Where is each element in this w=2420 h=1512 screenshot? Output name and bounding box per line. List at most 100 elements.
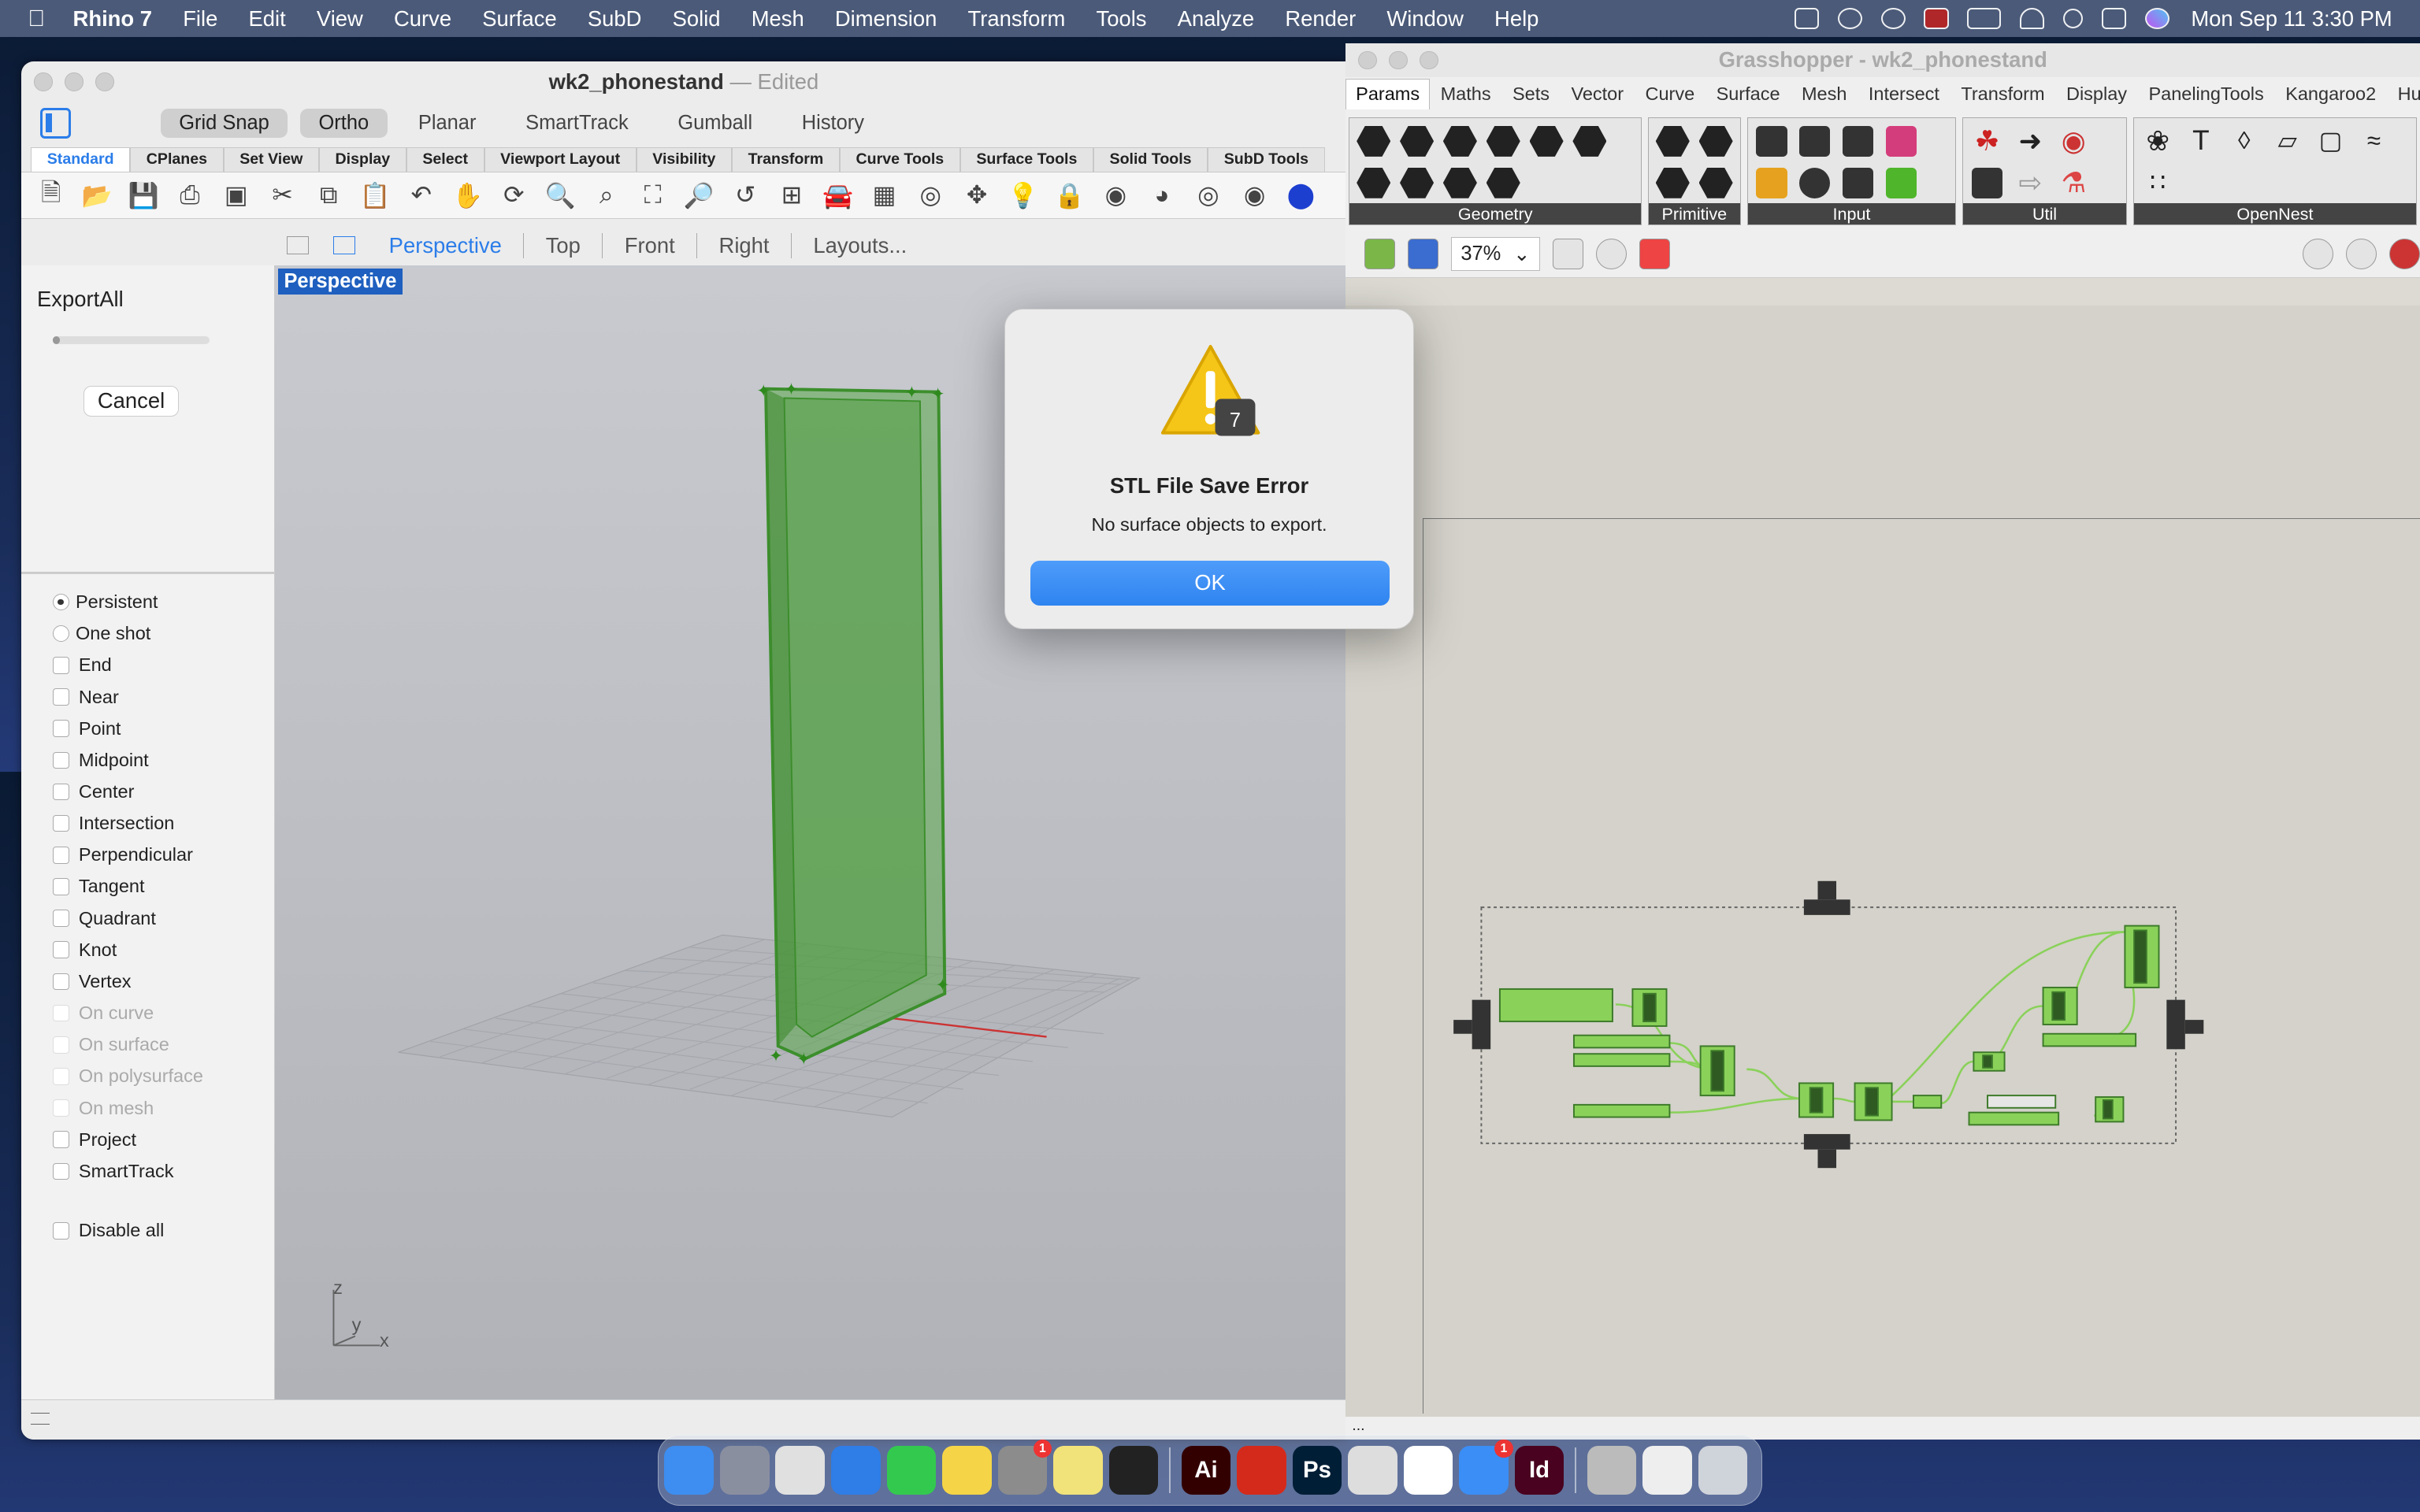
preview-eye-icon[interactable] <box>1595 239 1627 270</box>
geometry-param-icon[interactable] <box>1354 123 1393 160</box>
undo-icon[interactable]: ↶ <box>401 177 441 214</box>
search-icon[interactable] <box>2062 8 2084 29</box>
tab-subd-tools[interactable]: SubD Tools <box>1208 146 1325 172</box>
dock-system-settings-icon[interactable]: 1 <box>997 1439 1052 1495</box>
grid-snap-toggle[interactable]: Grid Snap <box>160 109 288 139</box>
tab-display[interactable]: Display <box>2055 83 2137 105</box>
brep-param-icon[interactable] <box>1527 123 1566 160</box>
undo-view-icon[interactable]: ↺ <box>726 177 766 214</box>
point-param-icon[interactable] <box>1397 165 1436 202</box>
menu-mesh[interactable]: Mesh <box>736 6 819 32</box>
menu-subd[interactable]: SubD <box>572 6 657 32</box>
snap-persistent[interactable]: Persistent <box>52 586 274 617</box>
lock-icon[interactable]: 🔒 <box>1049 177 1089 214</box>
tab-surface[interactable]: Surface <box>1706 83 1791 105</box>
snap-midpoint[interactable]: Midpoint <box>52 744 274 776</box>
import-icon[interactable]: ▣ <box>216 177 256 214</box>
tab-curve-tools[interactable]: Curve Tools <box>839 146 960 172</box>
group-label[interactable]: Util <box>1963 202 2126 225</box>
grasshopper-canvas[interactable] <box>1345 305 2420 1417</box>
snap-near[interactable]: Near <box>52 681 274 713</box>
line-param-icon[interactable] <box>1354 165 1393 202</box>
menu-solid[interactable]: Solid <box>657 6 736 32</box>
text-icon[interactable]: T <box>2181 123 2220 160</box>
group-label[interactable]: Geometry <box>1349 202 1642 225</box>
boolean-param-icon[interactable] <box>1654 123 1692 160</box>
save-icon[interactable]: 💾 <box>124 177 164 214</box>
history-toggle[interactable]: History <box>783 109 882 138</box>
snap-quadrant[interactable]: Quadrant <box>52 902 274 934</box>
tab-right[interactable]: Right <box>696 232 791 258</box>
parallelogram-icon[interactable]: ▱ <box>2268 123 2307 160</box>
siri-icon[interactable] <box>2144 7 2169 30</box>
snap-disable-all[interactable]: Disable all <box>52 1215 274 1247</box>
radio-one-shot[interactable] <box>52 624 70 643</box>
viewport-grid-icon[interactable] <box>287 235 309 255</box>
menu-dimension[interactable]: Dimension <box>819 6 952 32</box>
ortho-toggle[interactable]: Ortho <box>300 109 388 139</box>
integer-param-icon[interactable] <box>1697 123 1735 160</box>
dock-stickies-icon[interactable] <box>1053 1445 1103 1495</box>
pan-hand-icon[interactable]: ✋ <box>447 177 488 214</box>
snap-one-shot[interactable]: One shot <box>52 618 274 650</box>
checkbox[interactable] <box>52 783 70 801</box>
checkbox[interactable] <box>52 1162 70 1180</box>
tab-solid-tools[interactable]: Solid Tools <box>1093 146 1208 172</box>
viewport-single-icon[interactable] <box>333 235 355 255</box>
checkbox[interactable] <box>52 973 70 991</box>
menu-curve[interactable]: Curve <box>378 6 466 32</box>
ok-button[interactable]: OK <box>1030 561 1390 606</box>
label-icon[interactable]: ◊ <box>2225 123 2263 160</box>
smarttrack-toggle[interactable]: SmartTrack <box>507 109 648 138</box>
rotate-view-icon[interactable]: ⟳ <box>494 177 534 214</box>
dock-finder-icon[interactable] <box>664 1445 714 1495</box>
dock-photoshop-icon[interactable]: Ps <box>1292 1445 1342 1495</box>
dock-screenshot-1-icon[interactable] <box>1587 1445 1637 1495</box>
wifi-icon[interactable] <box>2019 7 2045 30</box>
wireframe-sphere-icon[interactable]: ◎ <box>1188 177 1228 214</box>
tab-standard[interactable]: Standard <box>31 146 131 172</box>
planar-toggle[interactable]: Planar <box>399 109 495 138</box>
snap-intersection[interactable]: Intersection <box>52 808 274 839</box>
flag-icon[interactable] <box>1924 7 1949 30</box>
menu-app-name[interactable]: Rhino 7 <box>58 6 168 32</box>
opennest-icon[interactable]: ❀ <box>2139 123 2177 160</box>
menu-tools[interactable]: Tools <box>1081 6 1162 32</box>
cancel-button[interactable]: Cancel <box>83 385 180 417</box>
gumball-icon[interactable]: ✥ <box>956 177 997 214</box>
zoom-window-icon[interactable]: ⌕ <box>586 177 626 214</box>
menu-edit[interactable]: Edit <box>233 6 301 32</box>
menu-analyze[interactable]: Analyze <box>1162 6 1270 32</box>
new-file-icon[interactable]: 🗎 <box>31 177 71 214</box>
preview-selected-icon[interactable] <box>2388 239 2420 270</box>
menu-window[interactable]: Window <box>1371 6 1479 32</box>
tree-icon[interactable] <box>1968 165 2006 202</box>
dock-slack-icon[interactable] <box>1403 1445 1453 1495</box>
tab-perspective[interactable]: Perspective <box>367 233 523 258</box>
dock-messages-icon[interactable] <box>886 1445 937 1495</box>
apple-icon[interactable]:  <box>0 6 58 32</box>
dock-illustrator-icon[interactable]: Ai <box>1181 1445 1231 1495</box>
print-icon[interactable]: ⎙ <box>169 177 210 214</box>
cube-icon[interactable]: ▢ <box>2311 123 2350 160</box>
group-label[interactable]: Primitive <box>1648 202 1740 225</box>
creative-cloud-icon[interactable] <box>1837 7 1863 30</box>
tab-transform[interactable]: Transform <box>732 146 840 172</box>
tab-intersect[interactable]: Intersect <box>1858 83 1950 105</box>
tab-transform[interactable]: Transform <box>1950 83 2056 105</box>
checkbox[interactable] <box>52 751 70 769</box>
zoom-selected-icon[interactable]: 🔎 <box>679 177 719 214</box>
tab-front[interactable]: Front <box>602 232 696 258</box>
checkbox[interactable] <box>52 941 70 959</box>
save-icon[interactable] <box>1407 239 1438 270</box>
checkbox[interactable] <box>52 878 70 895</box>
data-dam-icon[interactable]: ◉ <box>2054 123 2093 160</box>
checkbox[interactable] <box>52 910 70 927</box>
snap-end[interactable]: End <box>52 650 274 681</box>
control-center-icon[interactable] <box>2101 7 2127 30</box>
tab-top[interactable]: Top <box>523 232 602 258</box>
dock-screenshot-2-icon[interactable] <box>1642 1445 1692 1495</box>
tab-display[interactable]: Display <box>318 146 406 172</box>
copy-icon[interactable]: ⧉ <box>309 177 349 214</box>
dock-indesign-icon[interactable]: Id <box>1514 1445 1564 1495</box>
